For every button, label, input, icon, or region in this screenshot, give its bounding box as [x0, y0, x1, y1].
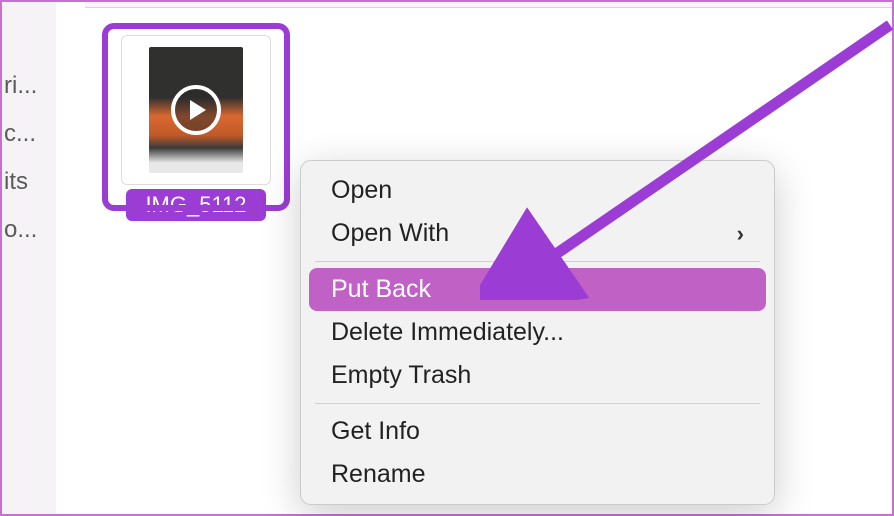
- menu-item-label: Empty Trash: [331, 361, 471, 390]
- menu-item-rename[interactable]: Rename: [309, 453, 766, 496]
- file-name-label[interactable]: IMG_5112: [126, 189, 266, 221]
- menu-item-label: Open: [331, 176, 392, 205]
- play-icon: [171, 85, 221, 135]
- menu-item-empty-trash[interactable]: Empty Trash: [309, 354, 766, 397]
- video-thumbnail-image: [149, 47, 243, 173]
- menu-item-open[interactable]: Open: [309, 169, 766, 212]
- menu-item-put-back[interactable]: Put Back: [309, 268, 766, 311]
- menu-separator: [315, 403, 760, 404]
- sidebar-item[interactable]: its: [2, 158, 56, 206]
- menu-item-label: Open With: [331, 219, 449, 248]
- menu-separator: [315, 261, 760, 262]
- sidebar-item[interactable]: o...: [2, 206, 56, 254]
- main-content-area[interactable]: IMG_5112 Open Open With › Put Back Delet…: [85, 10, 892, 514]
- sidebar-item[interactable]: ri...: [2, 62, 56, 110]
- play-triangle-icon: [190, 100, 206, 120]
- menu-item-label: Get Info: [331, 417, 420, 446]
- menu-item-get-info[interactable]: Get Info: [309, 410, 766, 453]
- menu-item-label: Rename: [331, 460, 426, 489]
- sidebar-item[interactable]: c...: [2, 110, 56, 158]
- menu-item-label: Delete Immediately...: [331, 318, 564, 347]
- chevron-right-icon: ›: [737, 221, 744, 247]
- file-thumbnail[interactable]: [121, 35, 271, 185]
- menu-item-delete-immediately[interactable]: Delete Immediately...: [309, 311, 766, 354]
- window-toolbar-strip: [85, 2, 892, 8]
- menu-item-open-with[interactable]: Open With ›: [309, 212, 766, 255]
- context-menu: Open Open With › Put Back Delete Immedia…: [300, 160, 775, 505]
- file-item[interactable]: IMG_5112: [107, 28, 285, 221]
- menu-item-label: Put Back: [331, 275, 431, 304]
- sidebar: ri... c... its o...: [2, 2, 56, 514]
